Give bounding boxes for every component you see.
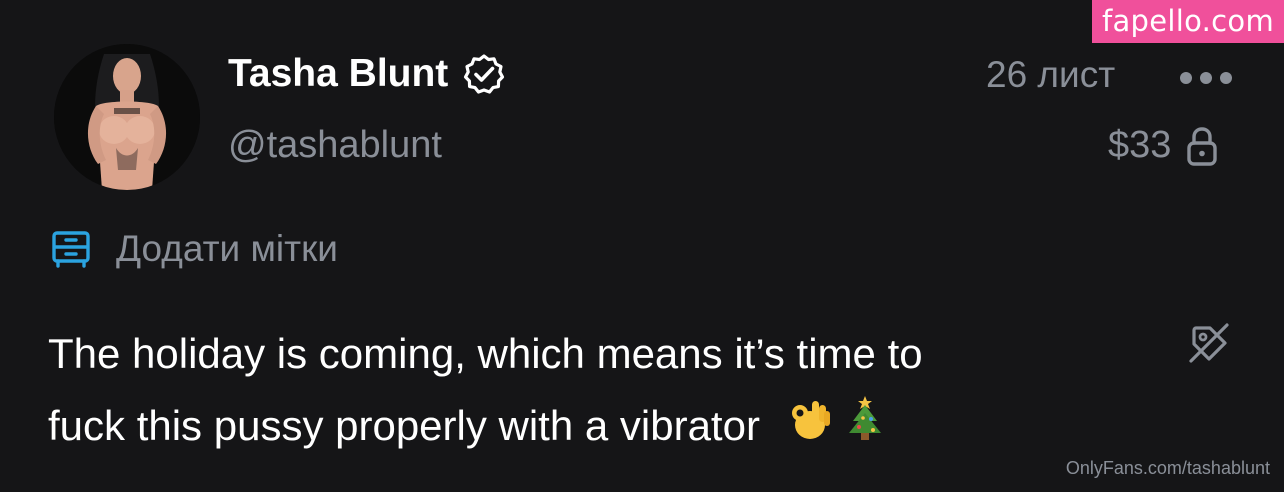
price-label: $33 (1108, 124, 1172, 166)
christmas-tree-emoji (843, 393, 887, 465)
lock-icon (1185, 125, 1219, 167)
post-price: $33 (1108, 124, 1219, 167)
more-dot (1180, 72, 1192, 84)
tag-off-icon[interactable] (1186, 320, 1232, 366)
add-tags-label: Додати мітки (116, 228, 338, 269)
author-name-row[interactable]: Tasha Blunt (228, 52, 506, 96)
post-date: 26 лист (986, 54, 1116, 95)
author-name[interactable]: Tasha Blunt (228, 52, 448, 96)
ok-hand-emoji (786, 393, 832, 465)
post-text-line: The holiday is coming, which means it’s … (48, 330, 923, 377)
footer-watermark: OnlyFans.com/tashablunt (1065, 458, 1270, 478)
post-text: The holiday is coming, which means it’s … (48, 318, 1148, 465)
more-options-icon[interactable] (1180, 64, 1232, 92)
post-text-line-2: fuck this pussy properly with a vibrator (48, 390, 1148, 465)
author-handle[interactable]: @tashablunt (228, 124, 442, 167)
site-watermark: fapello.com (1092, 0, 1284, 43)
more-dot (1220, 72, 1232, 84)
more-dot (1200, 72, 1212, 84)
tag-drawer-icon (50, 228, 92, 270)
avatar[interactable] (54, 44, 200, 190)
verified-badge-icon (462, 52, 506, 96)
post-text-line: fuck this pussy properly with a vibrator (48, 402, 760, 449)
avatar-image (54, 44, 200, 190)
add-tags-button[interactable]: Додати мітки (50, 228, 338, 270)
